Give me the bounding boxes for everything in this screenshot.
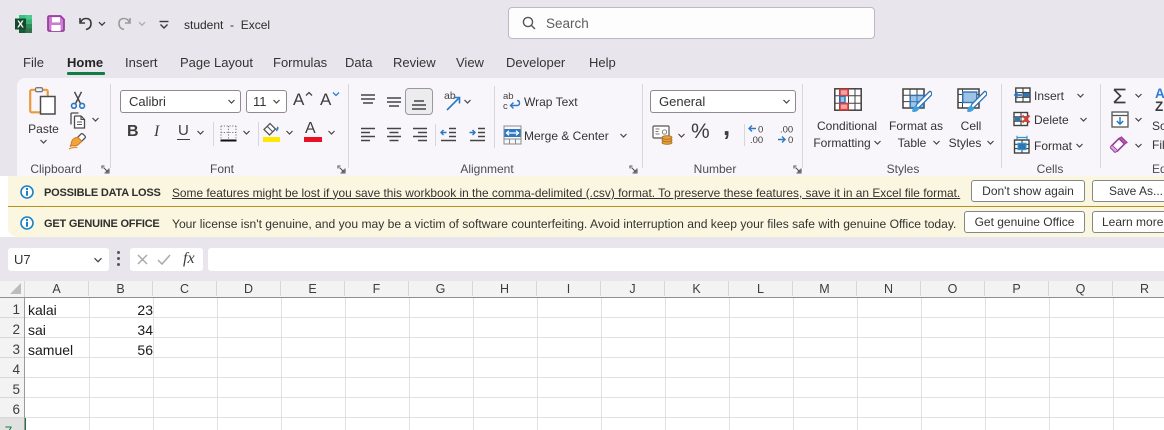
svg-text:.00: .00 [780, 125, 793, 136]
svg-text:c: c [503, 101, 508, 111]
svg-text:X: X [17, 20, 24, 31]
svg-text:.00: .00 [750, 135, 763, 145]
svg-text:0: 0 [758, 125, 763, 136]
svg-text:ab: ab [444, 90, 456, 102]
svg-text:0: 0 [788, 135, 793, 145]
